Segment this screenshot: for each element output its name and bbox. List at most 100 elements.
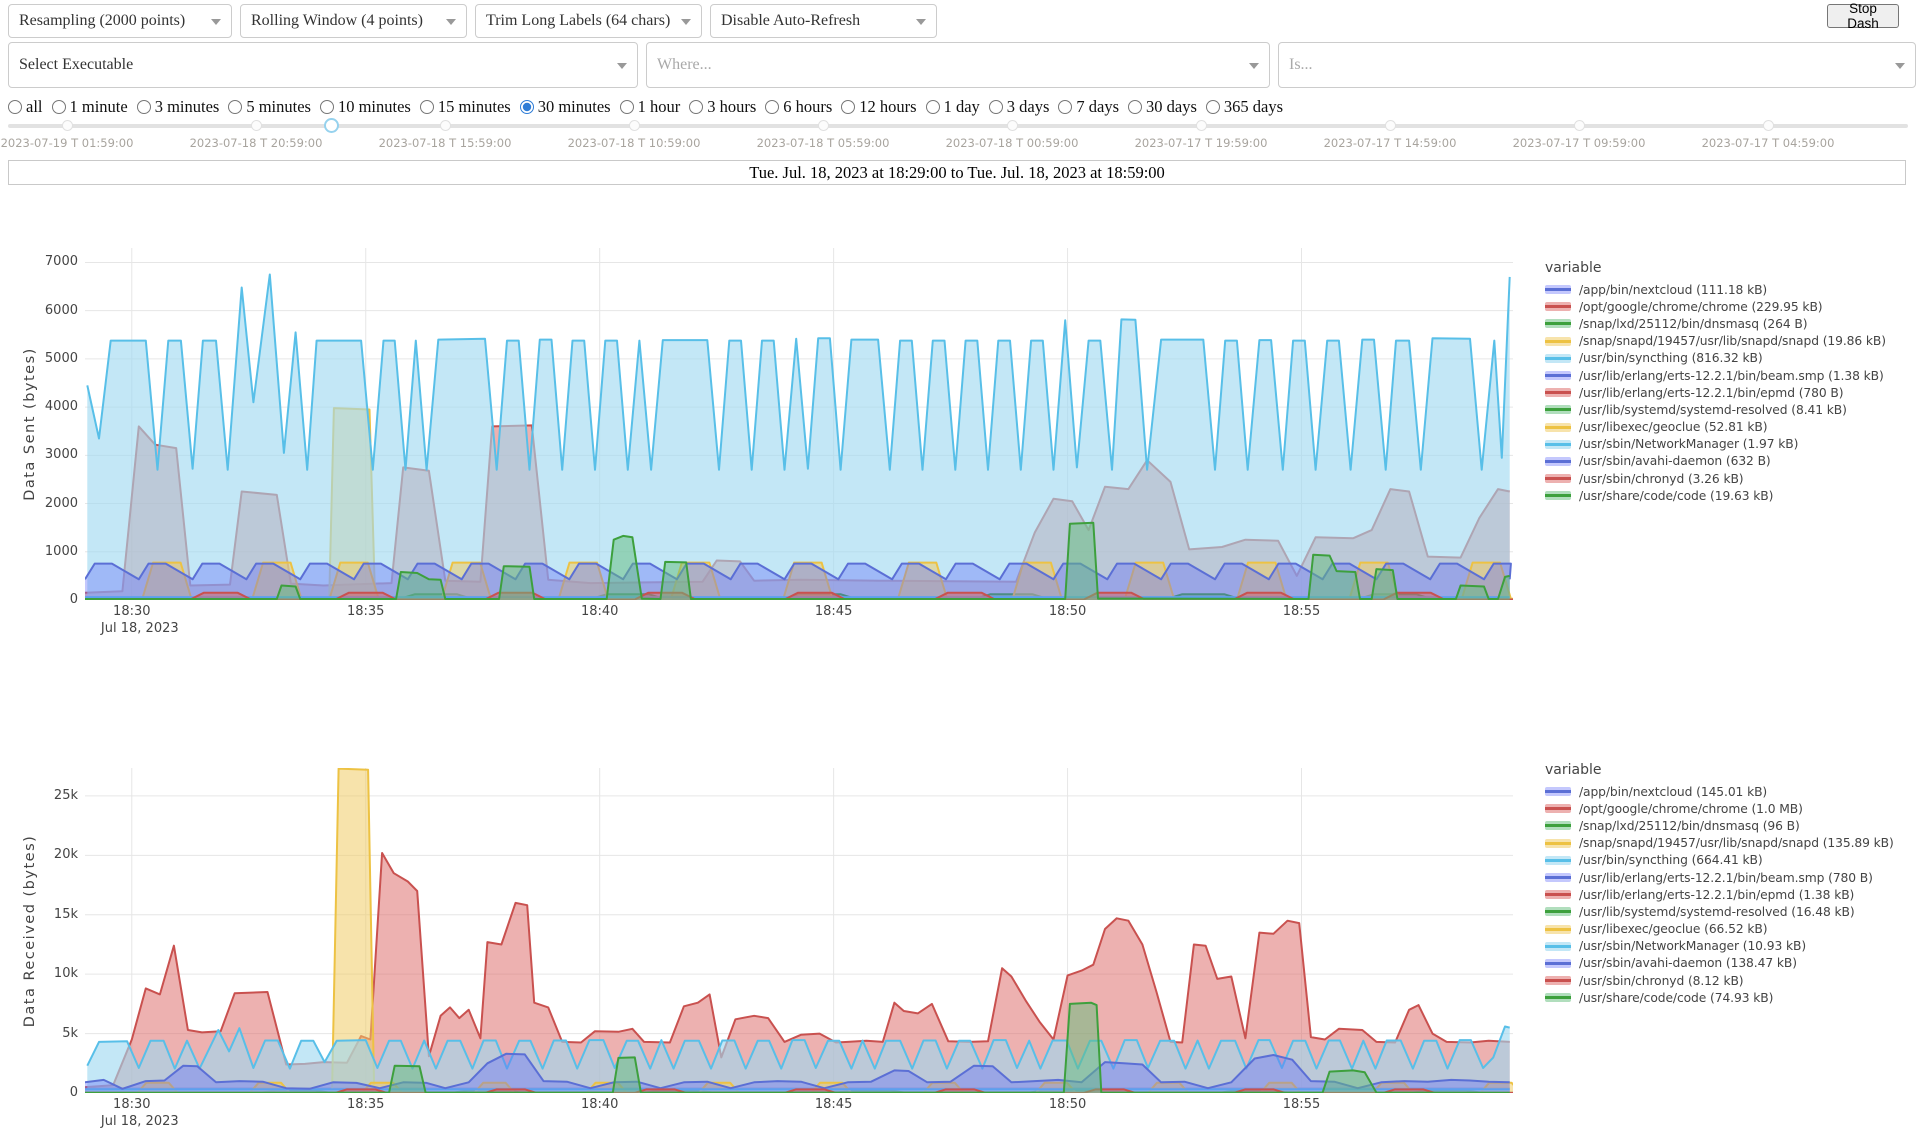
- legend-title: variable: [1545, 762, 1917, 778]
- time-option-7-days[interactable]: 7 days: [1058, 97, 1119, 117]
- legend-item[interactable]: /usr/share/code/code (19.63 kB): [1545, 487, 1917, 504]
- trim-labels-dropdown[interactable]: Trim Long Labels (64 chars): [475, 4, 702, 38]
- slider-mark-dot[interactable]: [1574, 120, 1585, 131]
- slider-mark-dot[interactable]: [1196, 120, 1207, 131]
- legend-item[interactable]: /usr/libexec/geoclue (52.81 kB): [1545, 419, 1917, 436]
- time-option-label: all: [26, 97, 43, 117]
- data-received-axis-title: Data Received (bytes): [22, 834, 38, 1027]
- time-option-30-minutes[interactable]: 30 minutes: [520, 97, 611, 117]
- time-option-radio[interactable]: [765, 100, 779, 114]
- legend-item[interactable]: /snap/lxd/25112/bin/dnsmasq (96 B): [1545, 817, 1917, 834]
- legend-item[interactable]: /usr/lib/erlang/erts-12.2.1/bin/epmd (1.…: [1545, 886, 1917, 903]
- slider-mark-dot[interactable]: [440, 120, 451, 131]
- time-range-slider-track[interactable]: [8, 124, 1908, 128]
- slider-mark-dot[interactable]: [1385, 120, 1396, 131]
- time-option-radio[interactable]: [520, 100, 534, 114]
- slider-mark-dot[interactable]: [629, 120, 640, 131]
- time-option-radio[interactable]: [8, 100, 22, 114]
- x-tick-label: 18:55: [1272, 1097, 1332, 1112]
- rolling-window-dropdown[interactable]: Rolling Window (4 points): [240, 4, 467, 38]
- legend-item[interactable]: /app/bin/nextcloud (111.18 kB): [1545, 281, 1917, 298]
- stop-dash-button[interactable]: Stop Dash: [1827, 4, 1899, 28]
- legend-item[interactable]: /usr/lib/systemd/systemd-resolved (16.48…: [1545, 903, 1917, 920]
- time-option-radio[interactable]: [228, 100, 242, 114]
- slider-mark-label: 2023-07-18 T 05:59:00: [723, 136, 923, 150]
- time-option-365-days[interactable]: 365 days: [1206, 97, 1283, 117]
- time-option-label: 1 minute: [70, 97, 128, 117]
- time-option-3-hours[interactable]: 3 hours: [689, 97, 756, 117]
- slider-mark-dot[interactable]: [1007, 120, 1018, 131]
- time-option-radio[interactable]: [689, 100, 703, 114]
- time-option-3-days[interactable]: 3 days: [989, 97, 1050, 117]
- is-filter-dropdown[interactable]: Is...: [1278, 42, 1916, 88]
- slider-mark-label: 2023-07-17 T 19:59:00: [1101, 136, 1301, 150]
- x-tick-label: 18:30: [102, 1097, 162, 1112]
- time-option-radio[interactable]: [1206, 100, 1220, 114]
- time-option-radio[interactable]: [52, 100, 66, 114]
- slider-mark-dot[interactable]: [251, 120, 262, 131]
- x-tick-label: 18:55: [1272, 604, 1332, 619]
- time-option-1-day[interactable]: 1 day: [926, 97, 980, 117]
- legend-swatch-icon: [1545, 942, 1571, 951]
- data-received-chart-plot[interactable]: [85, 768, 1513, 1093]
- time-option-30-days[interactable]: 30 days: [1128, 97, 1197, 117]
- legend-item[interactable]: /snap/snapd/19457/usr/lib/snapd/snapd (1…: [1545, 835, 1917, 852]
- time-option-radio[interactable]: [320, 100, 334, 114]
- slider-handle[interactable]: [324, 118, 339, 133]
- legend-swatch-line: [1545, 790, 1571, 793]
- legend-item[interactable]: /usr/lib/erlang/erts-12.2.1/bin/epmd (78…: [1545, 384, 1917, 401]
- slider-mark-label: 2023-07-17 T 09:59:00: [1479, 136, 1679, 150]
- time-option-5-minutes[interactable]: 5 minutes: [228, 97, 311, 117]
- time-option-radio[interactable]: [926, 100, 940, 114]
- time-option-label: 15 minutes: [438, 97, 511, 117]
- chevron-down-icon: [1895, 63, 1905, 69]
- legend-item[interactable]: /usr/lib/erlang/erts-12.2.1/bin/beam.smp…: [1545, 367, 1917, 384]
- time-option-radio[interactable]: [420, 100, 434, 114]
- time-option-1-minute[interactable]: 1 minute: [52, 97, 128, 117]
- legend-item[interactable]: /usr/share/code/code (74.93 kB): [1545, 989, 1917, 1006]
- legend-item[interactable]: /opt/google/chrome/chrome (1.0 MB): [1545, 800, 1917, 817]
- legend-item[interactable]: /snap/lxd/25112/bin/dnsmasq (264 B): [1545, 315, 1917, 332]
- time-option-radio[interactable]: [841, 100, 855, 114]
- time-option-12-hours[interactable]: 12 hours: [841, 97, 916, 117]
- slider-mark-dot[interactable]: [62, 120, 73, 131]
- chevron-down-icon: [211, 19, 221, 25]
- legend-item[interactable]: /usr/sbin/avahi-daemon (138.47 kB): [1545, 955, 1917, 972]
- time-option-10-minutes[interactable]: 10 minutes: [320, 97, 411, 117]
- legend-item[interactable]: /usr/sbin/NetworkManager (1.97 kB): [1545, 436, 1917, 453]
- legend-item[interactable]: /opt/google/chrome/chrome (229.95 kB): [1545, 298, 1917, 315]
- time-option-radio[interactable]: [620, 100, 634, 114]
- legend-item[interactable]: /app/bin/nextcloud (145.01 kB): [1545, 783, 1917, 800]
- time-option-radio[interactable]: [1128, 100, 1142, 114]
- legend-swatch-line: [1545, 945, 1571, 948]
- data-sent-chart-plot[interactable]: [85, 248, 1513, 600]
- time-option-radio[interactable]: [137, 100, 151, 114]
- slider-mark-dot[interactable]: [818, 120, 829, 131]
- slider-mark-dot[interactable]: [1763, 120, 1774, 131]
- legend-swatch-icon: [1545, 959, 1571, 968]
- time-option-15-minutes[interactable]: 15 minutes: [420, 97, 511, 117]
- legend-item[interactable]: /snap/snapd/19457/usr/lib/snapd/snapd (1…: [1545, 333, 1917, 350]
- legend-item[interactable]: /usr/lib/erlang/erts-12.2.1/bin/beam.smp…: [1545, 869, 1917, 886]
- time-option-1-hour[interactable]: 1 hour: [620, 97, 681, 117]
- legend-item[interactable]: /usr/sbin/NetworkManager (10.93 kB): [1545, 938, 1917, 955]
- legend-item[interactable]: /usr/bin/syncthing (664.41 kB): [1545, 852, 1917, 869]
- x-axis-date-label: Jul 18, 2023: [85, 621, 195, 636]
- legend-item[interactable]: /usr/libexec/geoclue (66.52 kB): [1545, 921, 1917, 938]
- legend-item[interactable]: /usr/sbin/avahi-daemon (632 B): [1545, 453, 1917, 470]
- auto-refresh-dropdown[interactable]: Disable Auto-Refresh: [710, 4, 937, 38]
- time-option-all[interactable]: all: [8, 97, 43, 117]
- legend-item[interactable]: /usr/sbin/chronyd (3.26 kB): [1545, 470, 1917, 487]
- where-filter-dropdown[interactable]: Where...: [646, 42, 1270, 88]
- y-tick-label: 7000: [18, 254, 78, 269]
- time-option-3-minutes[interactable]: 3 minutes: [137, 97, 220, 117]
- legend-item[interactable]: /usr/lib/systemd/systemd-resolved (8.41 …: [1545, 401, 1917, 418]
- legend-item[interactable]: /usr/sbin/chronyd (8.12 kB): [1545, 972, 1917, 989]
- time-option-6-hours[interactable]: 6 hours: [765, 97, 832, 117]
- select-executable-dropdown[interactable]: Select Executable: [8, 42, 638, 88]
- legend-item[interactable]: /usr/bin/syncthing (816.32 kB): [1545, 350, 1917, 367]
- time-option-radio[interactable]: [1058, 100, 1072, 114]
- resampling-dropdown[interactable]: Resampling (2000 points): [8, 4, 232, 38]
- legend-swatch-line: [1545, 910, 1571, 913]
- time-option-radio[interactable]: [989, 100, 1003, 114]
